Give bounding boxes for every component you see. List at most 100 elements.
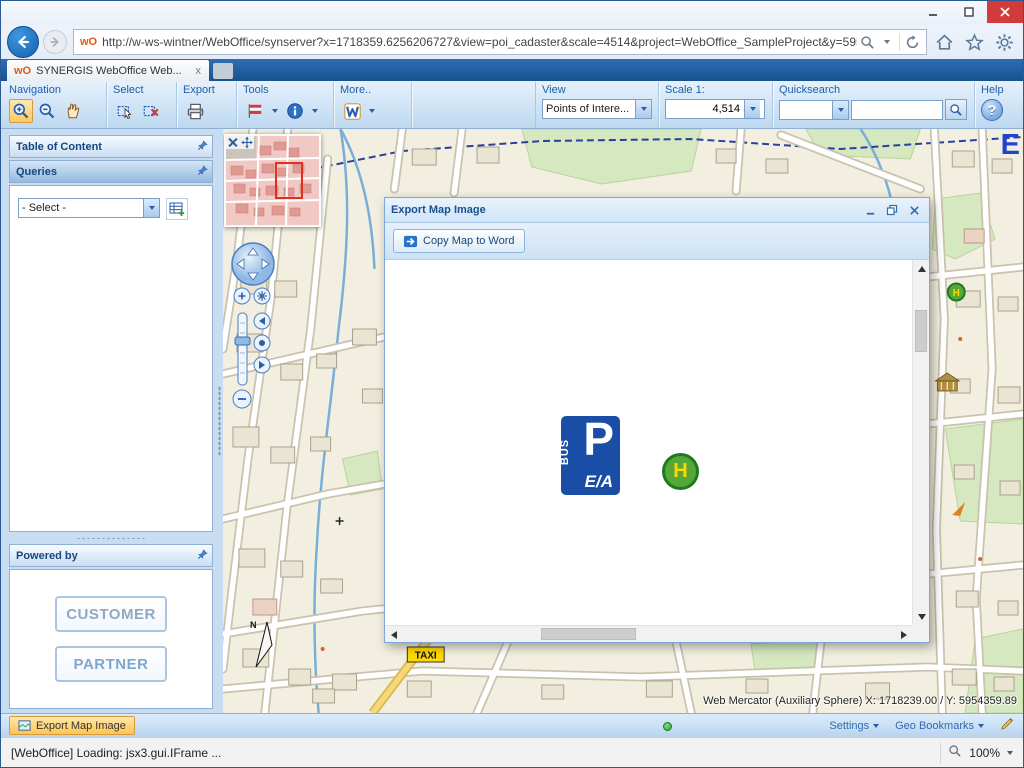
section-label: Navigation: [9, 84, 100, 99]
dialog-horizontal-scrollbar[interactable]: [385, 625, 912, 642]
query-select-value: - Select -: [19, 202, 143, 214]
bookmarks-caret-icon: [978, 724, 984, 728]
customer-logo[interactable]: CUSTOMER: [55, 596, 167, 632]
scale-combobox[interactable]: [665, 99, 765, 119]
print-tool-button[interactable]: [183, 99, 207, 123]
scroll-right-icon[interactable]: [895, 626, 912, 643]
view-dropdown[interactable]: Points of Intere...: [542, 99, 652, 119]
map-navigation-control[interactable]: [229, 241, 277, 427]
refresh-icon[interactable]: [902, 32, 922, 52]
address-favicon: wO: [80, 36, 97, 48]
search-icon[interactable]: [857, 32, 877, 52]
section-label: Select: [113, 84, 170, 99]
back-button[interactable]: [7, 26, 39, 58]
url-input[interactable]: [102, 35, 857, 49]
overview-close-icon[interactable]: [226, 136, 240, 149]
word-export-tool-button[interactable]: [340, 99, 364, 123]
zoom-in-tool-button[interactable]: [9, 99, 33, 123]
quicksearch-caret-icon[interactable]: [832, 101, 848, 119]
vertical-scroll-thumb[interactable]: [915, 310, 927, 352]
dialog-minimize-icon[interactable]: [861, 202, 879, 218]
tab-close-icon[interactable]: x: [193, 65, 205, 77]
zoom-slider-track[interactable]: [238, 313, 247, 385]
panel-resize-handle[interactable]: [9, 534, 213, 542]
quicksearch-button[interactable]: [945, 99, 967, 120]
section-label: Tools: [243, 84, 327, 99]
zoom-slider-thumb[interactable]: [235, 337, 250, 345]
settings-gear-icon[interactable]: [991, 29, 1017, 55]
identify-info-tool-button[interactable]: [283, 99, 307, 123]
zoom-out-tool-button[interactable]: [35, 99, 59, 123]
loading-status-text: [WebOffice] Loading: jsx3.gui.IFrame ...: [11, 746, 221, 760]
query-select-caret-icon[interactable]: [143, 199, 159, 217]
bus-stop-marker-small: H: [948, 284, 965, 301]
weboffice-statusbar: Export Map Image Settings Geo Bookmarks: [1, 713, 1023, 737]
overview-move-icon[interactable]: [240, 136, 254, 149]
window-maximize-button[interactable]: [951, 1, 987, 23]
clear-selection-tool-button[interactable]: [139, 99, 163, 123]
dialog-vertical-scrollbar[interactable]: [912, 260, 929, 625]
quicksearch-category-dropdown[interactable]: [779, 100, 849, 120]
svg-text:TAXI: TAXI: [415, 650, 437, 661]
tab-title: SYNERGIS WebOffice Web...: [36, 65, 192, 77]
export-preview-area: BUS P E/A H: [385, 260, 912, 625]
north-arrow-compass[interactable]: N: [243, 617, 277, 671]
zoom-magnifier-icon[interactable]: [948, 744, 962, 761]
dialog-restore-icon[interactable]: [883, 202, 901, 218]
toolbar-section-help: Help ?: [975, 82, 1021, 128]
view-dropdown-caret-icon[interactable]: [635, 100, 651, 118]
dialog-close-icon[interactable]: [905, 202, 923, 218]
coordinate-readout: Web Mercator (Auxiliary Sphere) X: 17182…: [703, 695, 1017, 707]
more-tools-caret-icon[interactable]: [366, 99, 378, 123]
scale-caret-icon[interactable]: [744, 100, 760, 118]
favorites-star-icon[interactable]: [961, 29, 987, 55]
geo-bookmarks-menu[interactable]: Geo Bookmarks: [895, 720, 984, 732]
scroll-left-icon[interactable]: [385, 626, 402, 643]
zoom-caret-icon[interactable]: [1007, 751, 1013, 755]
settings-menu[interactable]: Settings: [829, 720, 879, 732]
toolbar-section-export: Export: [177, 82, 237, 128]
queries-header[interactable]: Queries: [9, 160, 213, 183]
browser-window: wO wO SYNERGIS WebOffice Web... x: [0, 0, 1024, 768]
scale-input[interactable]: [666, 100, 744, 118]
info-tool-caret-icon[interactable]: [309, 99, 321, 123]
partner-logo[interactable]: PARTNER: [55, 646, 167, 682]
horizontal-scroll-thumb[interactable]: [541, 628, 636, 640]
address-bar[interactable]: wO: [73, 29, 927, 55]
help-button[interactable]: ?: [981, 99, 1003, 121]
connection-status-icon: [663, 722, 672, 731]
scroll-up-icon[interactable]: [913, 260, 930, 277]
redlining-flag-tool-button[interactable]: [243, 99, 267, 123]
new-tab-button[interactable]: [213, 63, 233, 79]
copy-map-to-word-button[interactable]: Copy Map to Word: [393, 229, 525, 253]
edit-pencil-icon[interactable]: [1000, 716, 1015, 736]
sidebar-splitter[interactable]: [215, 129, 223, 713]
powered-by-panel: CUSTOMER PARTNER: [9, 569, 213, 709]
window-close-button[interactable]: [987, 1, 1023, 23]
export-dialog-task-button[interactable]: Export Map Image: [9, 716, 135, 735]
select-by-rectangle-tool-button[interactable]: [113, 99, 137, 123]
pin-icon[interactable]: [197, 165, 208, 179]
autocomplete-caret-icon[interactable]: [877, 32, 897, 52]
browser-zoom-level[interactable]: 100%: [969, 746, 1000, 760]
tab-synergis-weboffice[interactable]: wO SYNERGIS WebOffice Web... x: [7, 60, 209, 81]
window-minimize-button[interactable]: [915, 1, 951, 23]
pin-icon[interactable]: [197, 549, 208, 563]
statusbar-divider: [940, 743, 941, 763]
table-of-content-header[interactable]: Table of Content: [9, 135, 213, 158]
pan-hand-tool-button[interactable]: [61, 99, 85, 123]
forward-button[interactable]: [43, 30, 67, 54]
flag-tool-caret-icon[interactable]: [269, 99, 281, 123]
home-icon[interactable]: [931, 29, 957, 55]
scroll-down-icon[interactable]: [913, 608, 930, 625]
overview-map[interactable]: [224, 134, 321, 227]
quicksearch-input[interactable]: [851, 100, 943, 120]
powered-by-header[interactable]: Powered by: [9, 544, 213, 567]
query-definition-button[interactable]: [166, 198, 188, 220]
window-titlebar: [1, 1, 1023, 25]
map-viewport[interactable]: TAXI H: [223, 129, 1023, 713]
dialog-titlebar[interactable]: Export Map Image: [385, 198, 929, 223]
view-dropdown-value: Points of Intere...: [543, 103, 635, 115]
query-select-dropdown[interactable]: - Select -: [18, 198, 160, 218]
pin-icon[interactable]: [197, 140, 208, 154]
